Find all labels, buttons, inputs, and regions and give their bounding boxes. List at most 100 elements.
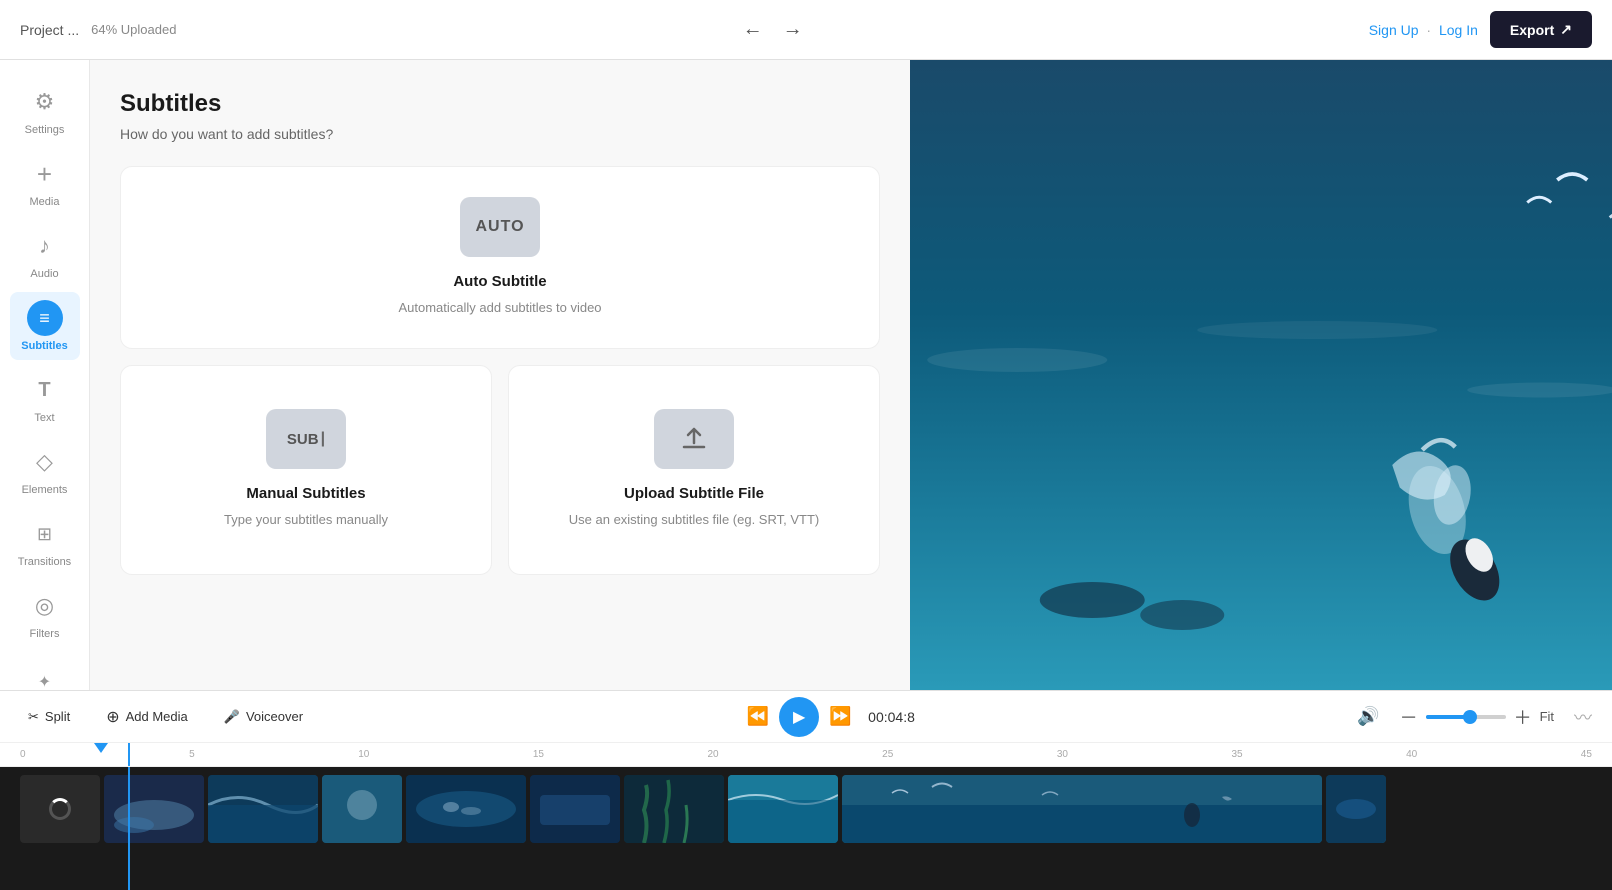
ruler-mark-25: 25 — [882, 749, 893, 760]
sidebar-label-filters: Filters — [30, 628, 60, 640]
sidebar-item-subtitles[interactable]: ≡ Subtitles — [10, 292, 80, 360]
volume-controls: 🔊 — [1357, 706, 1379, 727]
ruler-mark-15: 15 — [533, 749, 544, 760]
upload-subtitle-title: Upload Subtitle File — [624, 485, 764, 502]
add-media-label: Add Media — [126, 709, 188, 724]
sidebar-label-transitions: Transitions — [18, 556, 71, 568]
skip-forward-button[interactable]: ⏩ — [829, 706, 851, 727]
sidebar-item-elements[interactable]: ◇ Elements — [10, 436, 80, 504]
zoom-in-button[interactable]: ＋ — [1514, 704, 1532, 730]
ocean-svg — [910, 60, 1612, 690]
track-thumbnail-3 — [322, 775, 402, 843]
sidebar-label-audio: Audio — [30, 268, 58, 280]
playhead-line — [128, 767, 130, 890]
zoom-controls: － ＋ Fit — [1400, 704, 1554, 730]
ruler-mark-35: 35 — [1231, 749, 1242, 760]
ruler-track[interactable]: 0 5 10 15 20 25 30 35 40 45 — [20, 743, 1592, 766]
main-layout: ⚙ Settings + Media ♪ Audio ≡ Subtitles T… — [0, 60, 1612, 690]
auto-subtitle-desc: Automatically add subtitles to video — [398, 298, 601, 318]
ruler-mark-0: 0 — [20, 749, 26, 760]
time-display: 00:04:8 — [862, 709, 922, 725]
zoom-slider-thumb[interactable] — [1463, 710, 1477, 724]
redo-button[interactable]: → — [777, 14, 809, 45]
sidebar-label-settings: Settings — [25, 124, 65, 136]
log-in-link[interactable]: Log In — [1439, 22, 1478, 38]
timeline: ✂ Split ⊕ Add Media 🎤 Voiceover ⏪ ▶ ⏩ 00… — [0, 690, 1612, 890]
undo-button[interactable]: ← — [737, 14, 769, 45]
manual-subtitle-card[interactable]: SUB | Manual Subtitles Type your subtitl… — [120, 365, 492, 575]
export-icon: ↗ — [1560, 21, 1572, 38]
elements-icon: ◇ — [27, 444, 63, 480]
topbar-left: Project ... 64% Uploaded — [20, 22, 176, 38]
topbar-right: Sign Up · Log In Export ↗ — [1369, 11, 1592, 48]
ruler-marks: 0 5 10 15 20 25 30 35 40 45 — [20, 749, 1592, 760]
track-thumbnail-4 — [406, 775, 526, 843]
auto-subtitle-card[interactable]: AUTO Auto Subtitle Automatically add sub… — [120, 166, 880, 349]
add-media-icon: ⊕ — [106, 707, 119, 727]
split-label: Split — [45, 709, 70, 724]
auto-subtitle-icon: AUTO — [460, 197, 540, 257]
sidebar-item-settings[interactable]: ⚙ Settings — [10, 76, 80, 144]
fit-button[interactable]: Fit — [1540, 709, 1554, 724]
waveform-icon[interactable]: 〰 — [1574, 704, 1592, 730]
sidebar-item-audio[interactable]: ♪ Audio — [10, 220, 80, 288]
auth-links: Sign Up · Log In — [1369, 22, 1478, 38]
sidebar-item-text[interactable]: T Text — [10, 364, 80, 432]
export-button[interactable]: Export ↗ — [1490, 11, 1592, 48]
zoom-out-button[interactable]: － — [1400, 704, 1418, 730]
panel-title: Subtitles — [120, 90, 880, 118]
filters-icon: ◎ — [27, 588, 63, 624]
sidebar: ⚙ Settings + Media ♪ Audio ≡ Subtitles T… — [0, 60, 90, 690]
split-icon: ✂ — [28, 709, 39, 725]
voiceover-label: Voiceover — [246, 709, 303, 724]
preview-panel — [910, 60, 1612, 690]
upload-subtitle-card[interactable]: Upload Subtitle File Use an existing sub… — [508, 365, 880, 575]
timeline-tracks[interactable] — [0, 767, 1612, 890]
export-label: Export — [1510, 22, 1554, 38]
voiceover-button[interactable]: 🎤 Voiceover — [216, 703, 311, 731]
panel-subtitle: How do you want to add subtitles? — [120, 126, 880, 142]
track-thumbnail-5 — [530, 775, 620, 843]
ruler-mark-20: 20 — [708, 749, 719, 760]
sign-up-link[interactable]: Sign Up — [1369, 22, 1419, 38]
track-thumbnail-2 — [208, 775, 318, 843]
ocean-scene — [910, 60, 1612, 690]
sidebar-item-misc1[interactable]: ✦ — [10, 656, 80, 690]
split-button[interactable]: ✂ Split — [20, 703, 78, 731]
zoom-slider[interactable] — [1426, 715, 1506, 719]
track-thumbnail-6 — [624, 775, 724, 843]
manual-subtitle-title: Manual Subtitles — [246, 485, 365, 502]
skip-back-button[interactable]: ⏪ — [747, 706, 769, 727]
text-icon: T — [27, 372, 63, 408]
auto-icon-text: AUTO — [475, 218, 524, 236]
sidebar-item-transitions[interactable]: ⊞ Transitions — [10, 508, 80, 576]
transitions-icon: ⊞ — [27, 516, 63, 552]
manual-subtitle-icon: SUB | — [266, 409, 346, 469]
sidebar-item-media[interactable]: + Media — [10, 148, 80, 216]
audio-icon: ♪ — [27, 228, 63, 264]
track-thumbnail-loading — [20, 775, 100, 843]
auto-subtitle-title: Auto Subtitle — [453, 273, 546, 290]
gear-icon: ⚙ — [27, 84, 63, 120]
topbar-center: ← → — [737, 14, 809, 45]
loading-spinner — [49, 798, 71, 820]
ruler-mark-5: 5 — [189, 749, 195, 760]
ruler-mark-40: 40 — [1406, 749, 1417, 760]
mic-icon: 🎤 — [224, 709, 240, 725]
topbar: Project ... 64% Uploaded ← → Sign Up · L… — [0, 0, 1612, 60]
playback-controls: ⏪ ▶ ⏩ 00:04:8 — [747, 697, 922, 737]
timeline-ruler: 0 5 10 15 20 25 30 35 40 45 — [0, 743, 1612, 767]
track-thumbnail-9 — [1326, 775, 1386, 843]
play-button[interactable]: ▶ — [779, 697, 819, 737]
volume-icon[interactable]: 🔊 — [1357, 706, 1379, 727]
ruler-mark-45: 45 — [1581, 749, 1592, 760]
upload-status: 64% Uploaded — [91, 22, 176, 37]
ruler-mark-10: 10 — [358, 749, 369, 760]
manual-subtitle-desc: Type your subtitles manually — [224, 510, 388, 530]
timeline-toolbar: ✂ Split ⊕ Add Media 🎤 Voiceover ⏪ ▶ ⏩ 00… — [0, 691, 1612, 743]
upload-subtitle-desc: Use an existing subtitles file (eg. SRT,… — [569, 510, 819, 530]
playhead-indicator — [128, 743, 130, 766]
add-media-button[interactable]: ⊕ Add Media — [98, 701, 196, 733]
auth-separator: · — [1426, 22, 1431, 38]
sidebar-item-filters[interactable]: ◎ Filters — [10, 580, 80, 648]
